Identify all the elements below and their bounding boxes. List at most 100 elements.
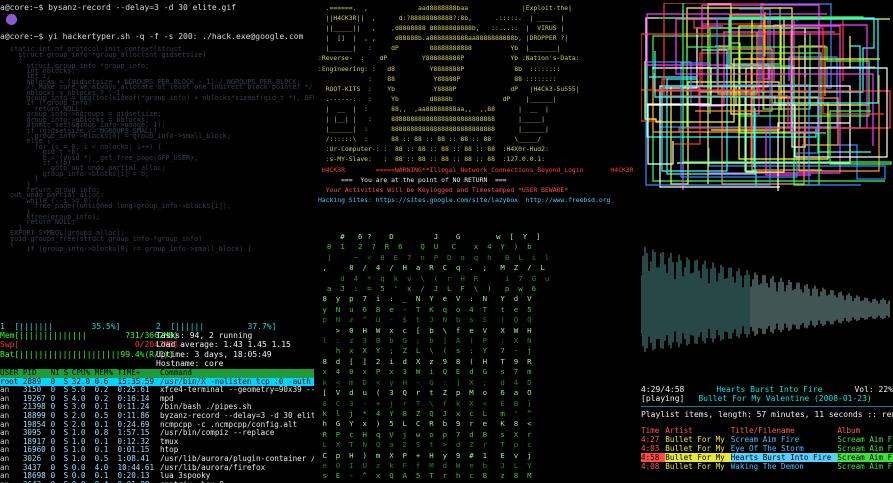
process-row[interactable]: an 19267 0 S 4.0 0.2 0:16.14 mpd: [0, 394, 314, 404]
process-row[interactable]: an 3150 0 S 5.0 0.2 0:25.61 xfce4-terminal --ge…: [0, 386, 314, 395]
playlist-column-header[interactable]: Title/Filename: [731, 426, 838, 435]
playlist-cell: Waking The Demon: [730, 461, 804, 471]
matrix-line: > 0 H W x c [ b \ f e V X W H: [318, 325, 532, 335]
matrix-line: d 4 * q k v \ ( r H R i 7 G u: [318, 273, 550, 283]
playlist-cell: 4:03: [641, 443, 660, 453]
load-average: Load average: 1.43 1.45 1.15: [156, 340, 291, 350]
matrix-line: a J : = 5 ' x / J L F \ ) p w 6: [318, 284, 537, 294]
process-row[interactable]: an 3026 0 S 1.0 0.5 1:08.41/usr/lib/aurora/plu…: [0, 454, 314, 464]
player-status: [playing]: [641, 394, 685, 404]
playlist-cell: Bullet For My: [665, 434, 725, 444]
process-row[interactable]: an 18698 0 S 0.0 0.1 0:20.13 lua 3spooky: [0, 472, 314, 481]
matrix-line: , 8 / 4 / H a R C q . ; M Z / L: [318, 263, 545, 273]
process-cell: /usr/bin/compiz --replace: [159, 428, 275, 438]
matrix-line: 8 y p 7 i : _ N Y e V : N Y d V: [318, 294, 532, 304]
process-cell: tmux: [159, 436, 179, 446]
matrix-line: 0 C 3 - + j r T \ f k X < E B ]: [318, 398, 532, 408]
ascii-line: /::::::\ : 88 :: 88 :: 88 :: 88 :: 88 \_…: [318, 135, 542, 144]
ascii-line: === You are at the point of NO RETURN ==…: [318, 175, 507, 184]
ascii-art-pane: .======. , aad8888888baa |Exploit-the| |…: [318, 3, 638, 227]
matrix-line: 8 d [ ] 2 i d X z 9 8 ( H T 9 R: [318, 356, 532, 366]
matrix-line: e O I U z k F f M d W e b J L Y: [318, 460, 532, 470]
playlist-info: Playlist items, length: 57 minutes, 11 s…: [641, 410, 893, 420]
cpu1-meter: 1 [||||||| 35.5%]: [0, 322, 121, 331]
process-cell: xfce4-terminal --geometry=90x39 --displ: [159, 385, 314, 395]
playlist-cell: Bullet For My: [665, 452, 731, 462]
ascii-art: .======. , aad8888888baa |Exploit-the| |…: [318, 3, 638, 205]
ascii-line: Hacking Sites: https://sites.google.com/…: [318, 195, 611, 204]
playlist-cell: Scream Aim Fire: [837, 461, 893, 471]
playlist-table[interactable]: Time Artist Title/Filename Album 4:27 Bullet …: [641, 426, 893, 471]
pipe-segment: [700, 17, 875, 93]
matrix-line: k < m D < y H - G : ] X ; d 4 D: [318, 377, 532, 387]
record-command: a@core:~$ bysanz-record --delay=3 -d 30 …: [0, 3, 237, 12]
matrix-line: C p H ) m X P + H y 9 # 1 E v j: [318, 450, 532, 460]
playlist-cell: Eye Of The Storm: [730, 443, 804, 453]
cmatrix-pane: # 6 ? D J G w [ Y ] 8 1 2 ? R 6 Q U C x …: [318, 232, 638, 483]
playlist-column-header[interactable]: Album: [837, 426, 893, 435]
matrix-line: k l j * 4 Y 8 Z Q J x c L m ' ^: [318, 408, 532, 418]
ascii-line: | |__| | : 888888888888888888888888888 |…: [318, 115, 546, 124]
pipe-segment: [701, 16, 862, 109]
cpu2-meter: 2 [|||||| 37.7%]: [156, 322, 277, 331]
matrix-line: h x X Y ; Z L \ ( s : Y 7 - j: [318, 346, 532, 356]
playlist-cell: Scream Aim Fire: [730, 434, 800, 444]
ascii-line: :Reverse- : dP Y888888888P Yb :Nation's-…: [318, 54, 580, 63]
matrix-line: [ V d u ( 3 Q r t Z p M o 6 a O: [318, 388, 532, 398]
matrix-line: s E - ^ x Q A 5 T r h c B z 8 M: [318, 471, 532, 481]
matrix-line: 8 1 2 ? R 6 Q U C x 4 Y ) b: [318, 242, 532, 252]
playlist-cell: Scream Aim Fire: [837, 434, 893, 444]
playlist-cell: 4:08: [641, 461, 660, 471]
playlist-row[interactable]: 4:27 Bullet For My Scream Aim Fire Scream A…: [641, 435, 893, 444]
pipes-pane: [641, 3, 893, 193]
ascii-line: ||_____|| , ,d8888888 88888888888b, ::..…: [318, 24, 565, 33]
ascii-line: Your Activities Will be Keylogged and Ti…: [318, 185, 569, 194]
playlist-column-header[interactable]: Artist: [665, 426, 730, 435]
playlist-header: Time Artist Title/Filename Album: [641, 426, 893, 435]
process-table[interactable]: USER PID NI S CPU% MEM% TIME+ Command root 2889 0 S…: [0, 368, 314, 483]
ascii-line: ||H4CK3R|| , d:?88888888888?:8b, .:::::.…: [318, 14, 565, 23]
matrix-line: L X T N Q a 2 S t > d Z r T p c: [318, 440, 532, 450]
matrix-line: # 6 ? D J G w [ Y ]: [318, 232, 541, 241]
ascii-line: .======. , aad8888888baa |Exploit-the|: [318, 4, 572, 12]
hostname-info: Hostname: core: [156, 358, 224, 368]
matrix-line: ] ~ < 8 E 7 n P D a q h B L i l: [318, 252, 550, 262]
swp-meter: Swp[ 0/2047MB]: [0, 340, 179, 350]
matrix-line: p N z ^ U - $ t J N b s S ) Q Q: [318, 315, 532, 325]
ascii-line: :s-MY-Slave: : 88 :: 88 :: 88 :: 88 :: 8…: [318, 155, 546, 164]
ascii-line: | [] | , , d88888b.a8888888888aa88888888…: [318, 34, 569, 43]
terminal-hackertyper[interactable]: a@core:~$ bysanz-record --delay=3 -d 30 …: [0, 0, 314, 320]
pipes-graphic: [641, 3, 892, 191]
playlist-row[interactable]: 4:08 Bullet For My Waking The Demon Scream …: [641, 462, 893, 471]
ascii-line: H4CK3R =====WARNING**Illegal_Network_Con…: [318, 165, 634, 174]
matrix-line: h G Y x ) 5 L C R b 9 r e K 8 <: [318, 419, 532, 429]
waveform-visualizer: [641, 246, 890, 353]
playlist-cell: 4:58: [641, 452, 666, 462]
matrix-line: y N u 6 B e - T K q o 4 T t e 5: [318, 304, 532, 314]
playlist-row[interactable]: 4:58 Bullet For My Hearts Burst Into Fire S…: [641, 452, 893, 462]
bat-meter: Bat[|||||||||||||||||||||99.4%(R/C)]: [0, 349, 174, 359]
mem-meter: Mem[|||||||||||||| 731/3662MB]: [0, 331, 179, 341]
playlist-row[interactable]: 4:03 Bullet For My Eye Of The Storm Scream …: [641, 444, 893, 453]
htop-pane[interactable]: 1 [||||||| 35.5%] Mem[|||||||||||||| 731…: [0, 322, 314, 483]
music-player-pane[interactable]: 4:29/4:58 Hearts Burst Into Fire Vol: 22…: [641, 196, 893, 483]
process-row[interactable]: an 18917 0 S 1.0 0.1 0:12.32 tmux: [0, 436, 314, 447]
tasks-info: Tasks: 94, 2 running: [156, 331, 253, 341]
now-playing-subtitle: Bullet For My Valentine (2008-01-23): [698, 394, 872, 404]
playlist-cell: Scream Aim Fire: [837, 452, 893, 462]
ascii-line: : 88 Y88888P 88 ::::::::: [318, 74, 557, 83]
matrix-line: l : z 3 B b G ; b ] A ( P : X N: [318, 336, 532, 346]
now-playing-title: Hearts Burst Into Fire: [716, 385, 823, 394]
ascii-line: :Engineering: : d8 Y8888888P 8b ::::::::: [318, 64, 561, 73]
process-row[interactable]: an 3095 0 S 1.0 0.8 1:57.15/usr/bin/compiz --r…: [0, 429, 314, 438]
ascii-line: :Ur-Computer-: : 88 :: 88 :: 88 :: 88 ::…: [318, 145, 549, 154]
uptime-info: Uptime: 3 days, 18:05:49: [156, 349, 272, 359]
playlist-column-header[interactable]: Time: [641, 426, 665, 435]
ascii-line: |______| : dP 88888888888 Yb |_______|: [318, 44, 561, 53]
volume-level: Vol: 22%: [854, 385, 893, 394]
process-row[interactable]: an 3437 0 S 0.0 4.0 10:44.61/usr/lib/aurora/fi…: [0, 463, 314, 473]
playlist-cell: Scream Aim Fire: [837, 443, 893, 453]
ascii-line: |______| : 888888888888888888888888888 |…: [318, 125, 549, 134]
hackertyper-command: a@core:~$ yi hackertyper.sh -q -f -s 200…: [0, 32, 304, 42]
matrix-line: R P c H q V j w o p 7 d B s X r: [318, 429, 532, 439]
